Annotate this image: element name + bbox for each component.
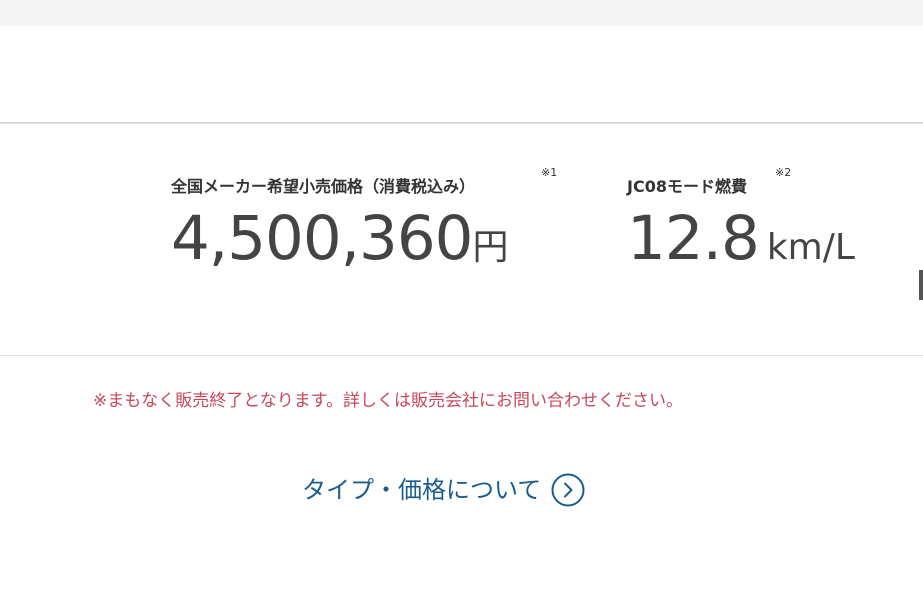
divider-bottom: [0, 355, 923, 356]
fuel-label-wrap: JC08モード燃費 ※2: [627, 166, 791, 206]
fuel-spec: JC08モード燃費 ※2 12.8 km/L: [627, 166, 855, 282]
price-label: 全国メーカー希望小売価格（消費税込み）: [171, 177, 476, 196]
right-edge-mark: [919, 270, 923, 300]
fuel-note: ※2: [775, 166, 792, 179]
divider-top: [0, 122, 923, 124]
price-unit: 円: [472, 227, 509, 268]
fuel-label: JC08モード燃費: [627, 177, 747, 196]
price-value-row: 4,500,360円: [171, 208, 509, 282]
price-spec: 全国メーカー希望小売価格（消費税込み） ※1 4,500,360円: [171, 166, 557, 282]
fuel-unit: km/L: [766, 227, 855, 268]
type-price-link[interactable]: タイプ・価格について: [302, 470, 585, 510]
type-price-link-label: タイプ・価格について: [302, 476, 542, 504]
top-strip: [0, 0, 923, 26]
price-label-wrap: 全国メーカー希望小売価格（消費税込み） ※1: [171, 166, 557, 206]
fuel-value: 12.8: [627, 203, 760, 274]
sales-end-notice: ※まもなく販売終了となります。詳しくは販売会社にお問い合わせください。: [93, 391, 684, 411]
price-value: 4,500,360: [171, 203, 473, 274]
price-note: ※1: [541, 166, 558, 179]
fuel-value-row: 12.8 km/L: [627, 208, 855, 282]
chevron-right-circle-icon: [551, 473, 585, 507]
